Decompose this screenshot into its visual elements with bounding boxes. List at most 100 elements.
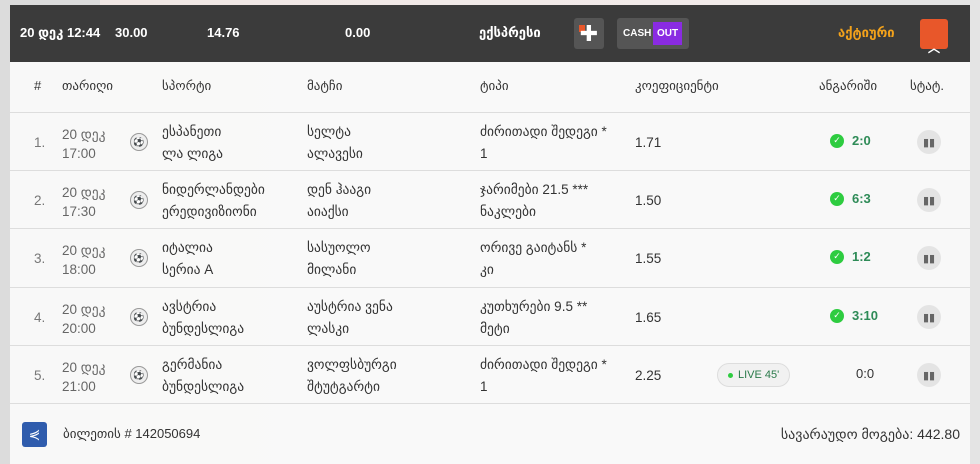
stats-button[interactable]: ▮▮ — [917, 305, 941, 329]
check-circle-icon: ✓ — [830, 249, 844, 264]
date-day: 20 დეკ — [62, 185, 106, 200]
ticket-win: 0.00 — [345, 25, 371, 40]
row-match: ვოლფსბურგი შტუტგარტი — [307, 354, 397, 398]
cashout-button[interactable]: CASH OUT — [617, 18, 689, 49]
row-score: 0:0 — [856, 366, 874, 381]
header-date: თარიღი — [62, 78, 114, 93]
row-date: 20 დეკ 17:30 — [62, 183, 106, 221]
soccer-ball-icon: ⚽ — [130, 366, 148, 384]
live-badge: LIVE 45' — [717, 363, 791, 387]
collapse-button[interactable]: ︿ — [920, 19, 948, 55]
share-icon: ⋞ — [28, 426, 41, 442]
home-team: აუსტრია ვენა — [307, 299, 393, 314]
row-number: 5. — [34, 368, 46, 383]
score-value: 3:10 — [852, 308, 879, 323]
row-odds: 1.71 — [635, 135, 662, 150]
market: ორივე გაიტანს * — [480, 240, 587, 255]
sport-country: ესპანეთი — [162, 124, 222, 139]
row-sport: იტალია სერია A — [162, 237, 213, 281]
selection: 1 — [480, 146, 488, 161]
row-bet-type: ძირითადი შედეგი * 1 — [480, 121, 607, 165]
sport-league: ბუნდესლიგა — [162, 321, 245, 336]
sport-country: ნიდერლანდები — [162, 182, 265, 197]
header-odds: კოეფიციენტი — [635, 78, 719, 93]
row-bet-type: კუთხურები 9.5 ** მეტი — [480, 296, 587, 340]
market: ძირითადი შედეგი * — [480, 357, 607, 372]
selection: 1 — [480, 379, 488, 394]
away-team: ალავესი — [307, 146, 363, 161]
score-value: 2:0 — [852, 133, 871, 148]
row-match: სელტა ალავესი — [307, 121, 363, 165]
share-button[interactable]: ⋞ — [22, 422, 47, 447]
add-button[interactable]: ✚ — [574, 18, 604, 49]
row-number: 4. — [34, 310, 46, 325]
row-number: 2. — [34, 193, 46, 208]
table-row: 5. 20 დეკ 21:00 ⚽ გერმანია ბუნდესლიგა ვოლფ… — [10, 345, 970, 403]
header-num: # — [34, 78, 42, 93]
date-day: 20 დეკ — [62, 302, 106, 317]
soccer-ball-icon: ⚽ — [130, 191, 148, 209]
cash-label: CASH — [623, 28, 652, 39]
soccer-ball-icon: ⚽ — [130, 133, 148, 151]
date-time: 17:00 — [62, 146, 96, 161]
stats-button[interactable]: ▮▮ — [917, 188, 941, 212]
bar-chart-icon: ▮▮ — [922, 369, 936, 382]
bar-chart-icon: ▮▮ — [922, 136, 936, 149]
ticket-header[interactable]: 20 დეკ 12:44 30.00 14.76 0.00 ექსპრესი ✚… — [10, 5, 970, 62]
header-stat: სტატ. — [910, 78, 945, 93]
table-row: 3. 20 დეკ 18:00 ⚽ იტალია სერია A სასუოლო მი… — [10, 228, 970, 286]
date-day: 20 დეკ — [62, 127, 106, 142]
ticket-datetime: 20 დეკ 12:44 — [20, 25, 101, 40]
live-dot-icon — [728, 372, 733, 378]
selection: კი — [480, 262, 494, 277]
away-team: აიაქსი — [307, 204, 349, 219]
check-circle-icon: ✓ — [830, 133, 844, 148]
sport-country: ავსტრია — [162, 299, 217, 314]
row-odds: 1.50 — [635, 193, 662, 208]
bar-chart-icon: ▮▮ — [922, 311, 936, 324]
ticket-total-odds: 14.76 — [207, 25, 240, 40]
stats-button[interactable]: ▮▮ — [917, 130, 941, 154]
date-time: 21:00 — [62, 379, 96, 394]
row-date: 20 დეკ 21:00 — [62, 358, 106, 396]
sport-league: სერია A — [162, 262, 214, 277]
stats-button[interactable]: ▮▮ — [917, 363, 941, 387]
row-odds: 1.65 — [635, 310, 662, 325]
table-row: 1. 20 დეკ 17:00 ⚽ ესპანეთი ლა ლიგა სელტა ალ… — [10, 112, 970, 170]
ticket-bet-type: ექსპრესი — [479, 25, 541, 40]
status-badge: აქტიური — [838, 25, 895, 40]
home-team: სასუოლო — [307, 240, 371, 255]
home-team: ვოლფსბურგი — [307, 357, 397, 372]
chevron-up-icon: ︿ — [927, 41, 940, 55]
row-number: 3. — [34, 251, 46, 266]
date-day: 20 დეკ — [62, 243, 106, 258]
selection: მეტი — [480, 321, 510, 336]
row-score: ✓ 2:0 — [830, 133, 871, 148]
ticket-number: ბილეთის # 142050694 — [63, 426, 201, 441]
home-team: დენ ჰააგი — [307, 182, 372, 197]
live-label: LIVE 45' — [738, 369, 780, 381]
row-bet-type: ჯარიმები 21.5 *** ნაკლები — [480, 179, 588, 223]
date-time: 18:00 — [62, 262, 96, 277]
check-circle-icon: ✓ — [830, 191, 844, 206]
date-day: 20 დეკ — [62, 360, 106, 375]
row-sport: ავსტრია ბუნდესლიგა — [162, 296, 244, 340]
sport-league: ერედივიზიონი — [162, 204, 257, 219]
header-sport: სპორტი — [162, 78, 212, 93]
table-row: 2. 20 დეკ 17:30 ⚽ ნიდერლანდები ერედივიზიონ… — [10, 170, 970, 228]
stats-button[interactable]: ▮▮ — [917, 246, 941, 270]
row-date: 20 დეკ 17:00 — [62, 125, 106, 163]
potential-payout: სავარაუდო მოგება: 442.80 — [780, 426, 960, 442]
out-label: OUT — [653, 22, 682, 45]
row-sport: გერმანია ბუნდესლიგა — [162, 354, 244, 398]
soccer-ball-icon: ⚽ — [130, 249, 148, 267]
header-type: ტიპი — [480, 78, 509, 93]
sport-league: ლა ლიგა — [162, 146, 224, 161]
sport-country: გერმანია — [162, 357, 223, 372]
sport-country: იტალია — [162, 240, 213, 255]
home-team: სელტა — [307, 124, 351, 139]
row-odds: 2.25 — [635, 368, 662, 383]
date-time: 17:30 — [62, 204, 96, 219]
row-odds: 1.55 — [635, 251, 662, 266]
row-date: 20 დეკ 18:00 — [62, 241, 106, 279]
